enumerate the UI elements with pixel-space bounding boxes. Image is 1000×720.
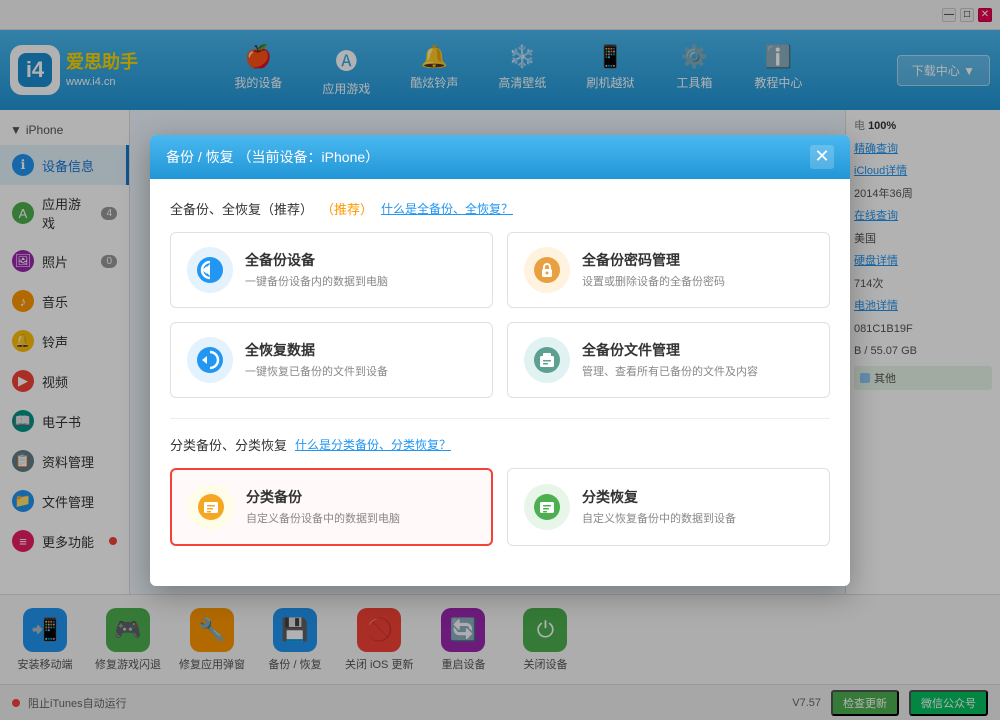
full-backup-mgmt-card[interactable]: 全备份文件管理 管理、查看所有已备份的文件及内容	[507, 322, 830, 398]
full-restore-card[interactable]: 全恢复数据 一键恢复已备份的文件到设备	[170, 322, 493, 398]
category-backup-text: 分类备份 自定义备份设备中的数据到电脑	[246, 487, 400, 526]
backup-restore-modal: 备份 / 恢复 （当前设备：iPhone） ✕ 全备份、全恢复（推荐） （推荐）…	[150, 135, 850, 586]
category-restore-card[interactable]: 分类恢复 自定义恢复备份中的数据到设备	[507, 468, 830, 546]
modal-overlay[interactable]: 备份 / 恢复 （当前设备：iPhone） ✕ 全备份、全恢复（推荐） （推荐）…	[0, 0, 1000, 720]
section2-cards: 分类备份 自定义备份设备中的数据到电脑	[170, 468, 830, 546]
full-restore-icon	[187, 337, 233, 383]
category-backup-card[interactable]: 分类备份 自定义备份设备中的数据到电脑	[170, 468, 493, 546]
section1-title: 全备份、全恢复（推荐） （推荐） 什么是全备份、全恢复？	[170, 199, 830, 218]
full-backup-password-icon	[524, 247, 570, 293]
category-restore-icon	[524, 484, 570, 530]
category-restore-text: 分类恢复 自定义恢复备份中的数据到设备	[582, 487, 736, 526]
full-backup-password-text: 全备份密码管理 设置或删除设备的全备份密码	[582, 250, 725, 289]
section2: 分类备份、分类恢复 什么是分类备份、分类恢复？	[170, 418, 830, 546]
section2-link[interactable]: 什么是分类备份、分类恢复？	[295, 436, 451, 453]
modal-header: 备份 / 恢复 （当前设备：iPhone） ✕	[150, 135, 850, 179]
recommend-badge: （推荐）	[321, 199, 373, 218]
section1-cards: 全备份设备 一键备份设备内的数据到电脑 全备份密码管理	[170, 232, 830, 398]
section1-link[interactable]: 什么是全备份、全恢复？	[381, 200, 513, 217]
section2-title: 分类备份、分类恢复 什么是分类备份、分类恢复？	[170, 435, 830, 454]
modal-body: 全备份、全恢复（推荐） （推荐） 什么是全备份、全恢复？ 全	[150, 179, 850, 586]
full-backup-mgmt-text: 全备份文件管理 管理、查看所有已备份的文件及内容	[582, 340, 758, 379]
full-backup-icon	[187, 247, 233, 293]
full-backup-text: 全备份设备 一键备份设备内的数据到电脑	[245, 250, 388, 289]
full-restore-text: 全恢复数据 一键恢复已备份的文件到设备	[245, 340, 388, 379]
modal-close-button[interactable]: ✕	[810, 145, 834, 169]
full-backup-card[interactable]: 全备份设备 一键备份设备内的数据到电脑	[170, 232, 493, 308]
full-backup-password-card[interactable]: 全备份密码管理 设置或删除设备的全备份密码	[507, 232, 830, 308]
category-backup-icon	[188, 484, 234, 530]
modal-title: 备份 / 恢复 （当前设备：iPhone）	[166, 147, 379, 167]
full-backup-mgmt-icon	[524, 337, 570, 383]
